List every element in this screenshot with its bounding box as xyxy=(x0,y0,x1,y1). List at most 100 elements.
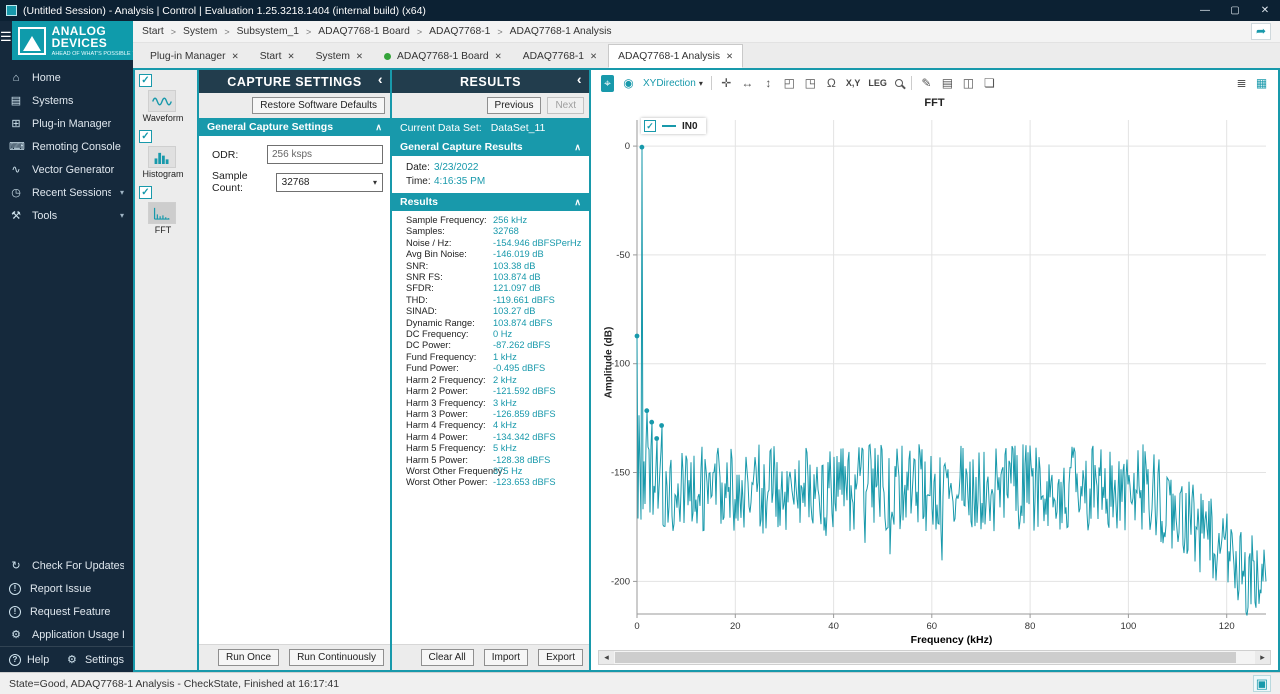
close-icon[interactable]: ✕ xyxy=(495,51,502,62)
data-cursor-icon[interactable]: ⌖ xyxy=(601,75,614,92)
scrollbar-track[interactable] xyxy=(614,651,1255,664)
general-capture-settings-section[interactable]: General Capture Settings ∧ xyxy=(199,118,390,136)
clear-all-button[interactable]: Clear All xyxy=(421,649,474,666)
sidebar-item-report-issue[interactable]: !Report Issue xyxy=(0,577,133,600)
sample-count-select[interactable]: 32768 ▾ xyxy=(276,173,383,192)
legend-list-icon[interactable]: ≣ xyxy=(1235,75,1248,92)
result-row: THD:-119.661 dBFS xyxy=(392,295,589,306)
tab-adaq7768-1-analysis[interactable]: ADAQ7768-1 Analysis✕ xyxy=(608,44,743,68)
settings-button[interactable]: ⚙ Settings xyxy=(65,653,124,666)
chart-horizontal-scrollbar[interactable]: ◂ ▸ xyxy=(598,650,1271,665)
scrollbar-thumb[interactable] xyxy=(615,652,1236,663)
legend-toggle-button[interactable]: LEG xyxy=(868,78,887,88)
help-button[interactable]: ? Help xyxy=(9,654,49,666)
breadcrumb-item-subsystem-1[interactable]: Subsystem_1 xyxy=(237,26,299,37)
next-dataset-button[interactable]: Next xyxy=(547,97,584,114)
sidebar-item-tools[interactable]: ⚒Tools▾ xyxy=(0,204,133,227)
breadcrumb-item-adaq7768-1-board[interactable]: ADAQ7768-1 Board xyxy=(318,26,410,37)
general-capture-results-section[interactable]: General Capture Results ∧ xyxy=(392,138,589,156)
xy-direction-dropdown[interactable]: XYDirection▾ xyxy=(643,78,703,89)
breadcrumb-item-start[interactable]: Start xyxy=(142,26,164,37)
sidebar-item-home[interactable]: ⌂Home xyxy=(0,66,133,89)
minimize-button[interactable]: — xyxy=(1190,0,1220,21)
copy-chart-icon[interactable]: ❏ xyxy=(983,75,996,92)
tab-adaq7768-1-board[interactable]: ADAQ7768-1 Board✕ xyxy=(374,44,512,68)
sidebar-item-recent-sessions[interactable]: ◷Recent Sessions▾ xyxy=(0,181,133,204)
tab-system[interactable]: System✕ xyxy=(306,44,373,68)
results-section[interactable]: Results ∧ xyxy=(392,193,589,211)
sidebar-menu: ⌂Home▤Systems⊞Plug-in Manager⌨Remoting C… xyxy=(0,60,133,227)
result-value: -146.019 dB xyxy=(493,249,544,260)
hamburger-menu-icon[interactable]: ☰ xyxy=(0,21,12,60)
vector-generator-icon: ∿ xyxy=(9,163,23,176)
run-continuously-button[interactable]: Run Continuously xyxy=(289,649,384,666)
horizontal-zoom-icon[interactable]: ↔ xyxy=(741,75,754,92)
result-row: Harm 2 Power:-121.592 dBFS xyxy=(392,386,589,397)
view-fft[interactable]: ✓FFT xyxy=(138,185,197,236)
export-data-icon[interactable]: ◫ xyxy=(962,75,975,92)
run-once-button[interactable]: Run Once xyxy=(218,649,279,666)
sidebar-item-systems[interactable]: ▤Systems xyxy=(0,89,133,112)
sidebar-item-check-for-updates[interactable]: ↻Check For Updates xyxy=(0,554,133,577)
close-icon[interactable]: ✕ xyxy=(232,51,239,62)
sidebar-item-label: Home xyxy=(32,72,124,84)
view-histogram[interactable]: ✓ Histogram xyxy=(138,129,197,180)
tab-start[interactable]: Start✕ xyxy=(250,44,305,68)
brush-icon[interactable]: ◉ xyxy=(622,75,635,92)
import-button[interactable]: Import xyxy=(484,649,528,666)
annotate-icon[interactable]: ✎ xyxy=(920,75,933,92)
view-checkbox[interactable]: ✓ xyxy=(139,130,152,143)
sidebar-item-plug-in-manager[interactable]: ⊞Plug-in Manager xyxy=(0,112,133,135)
breadcrumb-item-adaq7768-1-analysis[interactable]: ADAQ7768-1 Analysis xyxy=(510,26,612,37)
omega-cursor-icon[interactable]: Ω xyxy=(825,75,838,92)
odr-input[interactable] xyxy=(267,145,383,164)
restore-software-defaults-button[interactable]: Restore Software Defaults xyxy=(252,97,385,114)
sidebar-item-vector-generator[interactable]: ∿Vector Generator xyxy=(0,158,133,181)
legend-checkbox[interactable]: ✓ xyxy=(644,120,656,132)
scroll-right-icon[interactable]: ▸ xyxy=(1255,651,1270,664)
sidebar-item-remoting-console[interactable]: ⌨Remoting Console xyxy=(0,135,133,158)
close-icon[interactable]: ✕ xyxy=(590,51,597,62)
collapse-capture-panel-icon[interactable]: ‹ xyxy=(378,71,383,87)
breadcrumb-item-adaq7768-1[interactable]: ADAQ7768-1 xyxy=(429,26,490,37)
chart-toolbar: ⌖ ◉ XYDirection▾ ✛ ↔ ↕ ◰ ◳ Ω X,Y LEG ✎ ▤ ◫ ❏ ≣ ▦ xyxy=(591,70,1278,96)
export-button[interactable]: Export xyxy=(538,649,583,666)
sidebar-item-application-usage-logging[interactable]: ⚙Application Usage Logging xyxy=(0,623,133,646)
fft-plot-canvas[interactable]: 0204060801001200-50-100-150-200Frequency… xyxy=(591,110,1278,648)
close-icon[interactable]: ✕ xyxy=(287,51,294,62)
pan-icon[interactable]: ✛ xyxy=(720,75,733,92)
collapse-results-panel-icon[interactable]: ‹ xyxy=(577,71,582,87)
view-checkbox[interactable]: ✓ xyxy=(139,186,152,199)
close-icon[interactable]: ✕ xyxy=(356,51,363,62)
close-button[interactable]: ✕ xyxy=(1250,0,1280,21)
tab-adaq7768-1[interactable]: ADAQ7768-1✕ xyxy=(513,44,607,68)
remote-display-icon[interactable]: ▣ xyxy=(1253,675,1271,692)
result-row: DC Frequency:0 Hz xyxy=(392,329,589,340)
svg-text:80: 80 xyxy=(1025,621,1036,632)
xy-readout-button[interactable]: X,Y xyxy=(846,78,861,88)
view-waveform[interactable]: ✓Waveform xyxy=(138,73,197,124)
breadcrumb-item-system[interactable]: System xyxy=(183,26,217,37)
chart-legend: ✓ IN0 xyxy=(641,118,706,134)
expand-icon[interactable]: ◰ xyxy=(783,75,796,92)
result-value: -0.495 dBFS xyxy=(493,363,545,374)
view-checkbox[interactable]: ✓ xyxy=(139,74,152,87)
tab-plug-in-manager[interactable]: Plug-in Manager✕ xyxy=(140,44,249,68)
view-label: Histogram xyxy=(140,169,186,179)
maximize-button[interactable]: ▢ xyxy=(1220,0,1250,21)
zoom-icon[interactable] xyxy=(895,79,903,87)
session-export-icon[interactable]: ➦ xyxy=(1251,23,1271,40)
grid-settings-icon[interactable]: ▦ xyxy=(1255,75,1268,92)
sidebar-item-label: Plug-in Manager xyxy=(32,118,124,130)
image-export-icon[interactable]: ▤ xyxy=(941,75,954,92)
close-icon[interactable]: ✕ xyxy=(726,51,733,62)
scroll-left-icon[interactable]: ◂ xyxy=(599,651,614,664)
result-label: Worst Other Power: xyxy=(392,477,493,488)
vertical-zoom-icon[interactable]: ↕ xyxy=(762,75,775,92)
chevron-down-icon: ▾ xyxy=(373,178,377,187)
result-label: Harm 4 Power: xyxy=(392,432,493,443)
usage-logging-icon: ⚙ xyxy=(9,628,23,641)
fit-view-icon[interactable]: ◳ xyxy=(804,75,817,92)
sidebar-item-request-feature[interactable]: !Request Feature xyxy=(0,600,133,623)
previous-dataset-button[interactable]: Previous xyxy=(487,97,542,114)
